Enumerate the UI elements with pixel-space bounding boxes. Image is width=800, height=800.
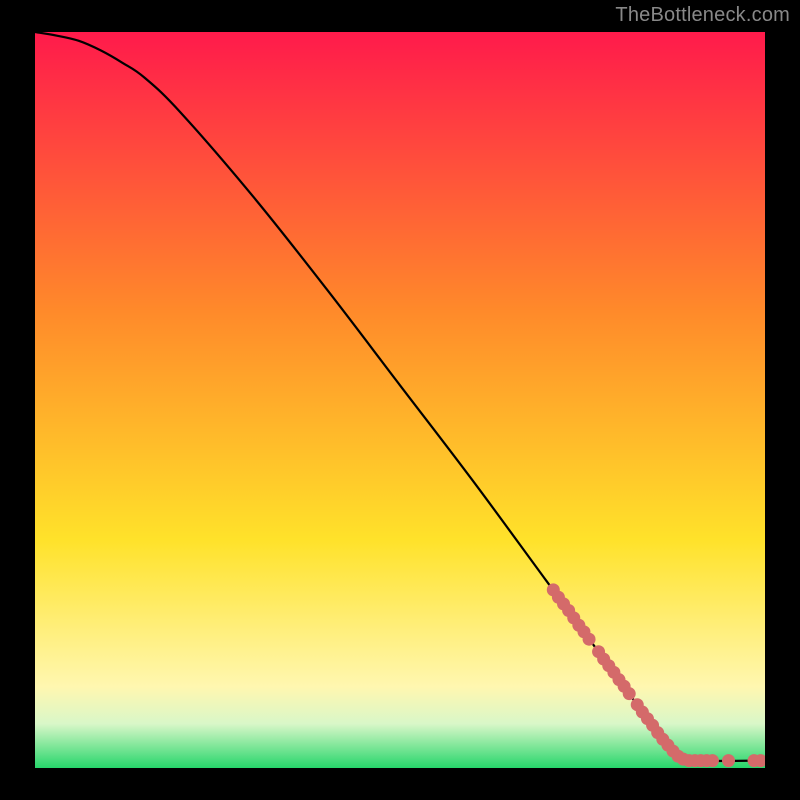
chart-stage: TheBottleneck.com	[0, 0, 800, 800]
data-point	[722, 754, 735, 767]
data-point	[706, 754, 719, 767]
chart-svg	[35, 32, 765, 768]
data-point	[623, 687, 636, 700]
plot-area	[35, 32, 765, 768]
data-point	[583, 633, 596, 646]
gradient-background	[35, 32, 765, 768]
attribution-label: TheBottleneck.com	[615, 4, 790, 27]
